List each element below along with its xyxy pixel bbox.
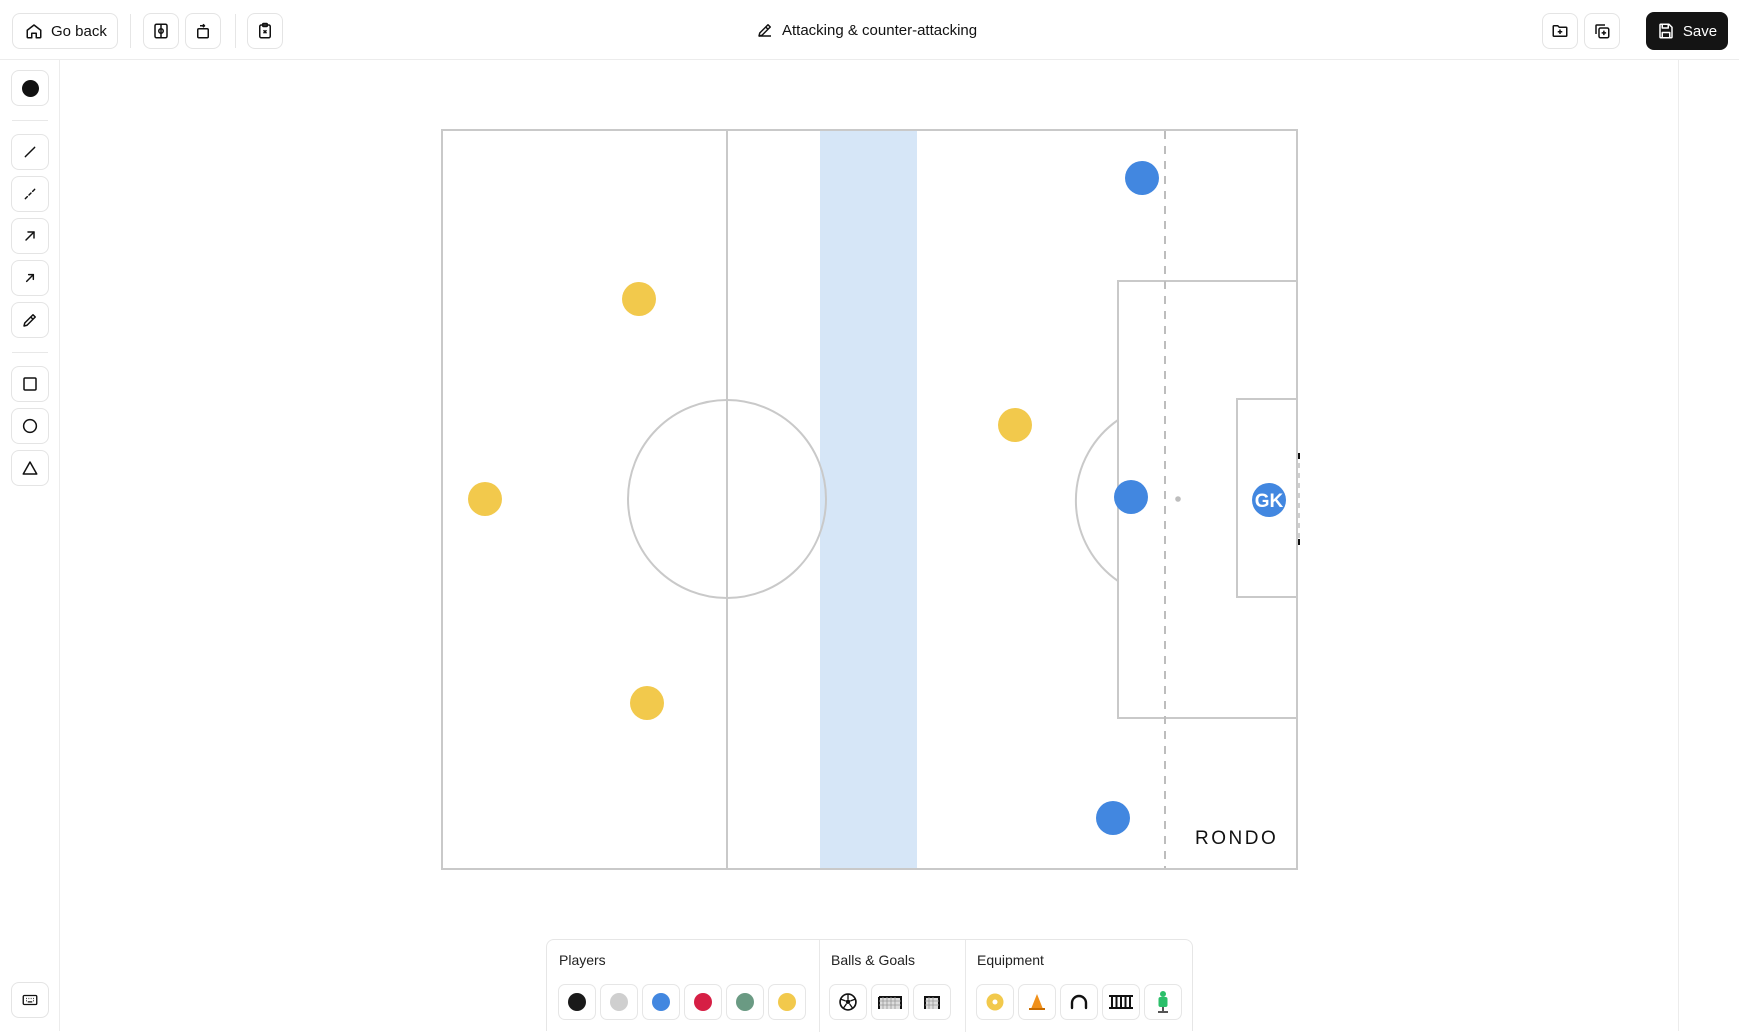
player-red-button[interactable] xyxy=(684,984,722,1020)
balls-goals-section: Balls & Goals xyxy=(819,940,965,1032)
player-grey-button[interactable] xyxy=(600,984,638,1020)
player-yellow[interactable] xyxy=(630,686,664,720)
circle-icon xyxy=(22,418,38,434)
circle-tool[interactable] xyxy=(11,408,49,444)
disc-cone-icon xyxy=(986,993,1004,1011)
pencil-icon xyxy=(23,314,36,327)
full-goal-button[interactable] xyxy=(871,984,909,1020)
players-section: Players xyxy=(547,940,819,1032)
duplicate-button[interactable] xyxy=(1584,13,1620,49)
ball-button[interactable] xyxy=(829,984,867,1020)
curved-arrow-tool[interactable] xyxy=(11,260,49,296)
right-panel xyxy=(1678,60,1739,1031)
player-blue[interactable] xyxy=(1096,801,1130,835)
toolbar-divider xyxy=(130,14,131,48)
player-green-icon xyxy=(736,993,754,1011)
field-settings-button[interactable] xyxy=(143,13,179,49)
player-yellow-button[interactable] xyxy=(768,984,806,1020)
marker-disc-button[interactable] xyxy=(976,984,1014,1020)
goalkeeper-label: GK xyxy=(1255,491,1284,512)
save-label: Save xyxy=(1682,22,1718,40)
mannequin-icon xyxy=(1158,991,1168,1013)
home-icon xyxy=(26,24,42,39)
dashed-line-icon xyxy=(24,188,36,200)
field-icon xyxy=(154,23,168,39)
dashed-line-tool[interactable] xyxy=(11,176,49,212)
save-button[interactable]: Save xyxy=(1646,12,1728,50)
mini-goal-button[interactable] xyxy=(913,984,951,1020)
rectangle-tool[interactable] xyxy=(11,366,49,402)
top-toolbar: Go back Attacking & counter-attacking Sa… xyxy=(0,0,1739,60)
equipment-section-label: Equipment xyxy=(977,952,1044,968)
rondo-logo-text: RONDO xyxy=(1195,828,1278,849)
goal-net[interactable] xyxy=(1298,453,1345,545)
drill-title-text: Attacking & counter-attacking xyxy=(782,21,978,39)
rondo-logo: RONDO xyxy=(1195,828,1278,849)
rotate-icon xyxy=(197,23,209,39)
player-grey-icon xyxy=(610,993,628,1011)
player-yellow[interactable] xyxy=(998,408,1032,442)
player-yellow[interactable] xyxy=(468,482,502,516)
folder-plus-icon xyxy=(1552,25,1568,37)
go-back-label: Go back xyxy=(51,22,107,40)
goal-icon xyxy=(878,996,902,1009)
player-black-button[interactable] xyxy=(558,984,596,1020)
mini-goal-icon xyxy=(924,996,940,1009)
player-green-button[interactable] xyxy=(726,984,764,1020)
football-icon xyxy=(839,993,857,1011)
floppy-disk-icon xyxy=(1659,23,1673,39)
tool-sidebar xyxy=(0,60,60,1031)
equipment-section: Equipment xyxy=(965,940,1194,1032)
agility-ladder-button[interactable] xyxy=(1102,984,1140,1020)
player-blue[interactable] xyxy=(1114,480,1148,514)
highlight-zone[interactable] xyxy=(820,131,917,868)
player-black-icon xyxy=(568,993,586,1011)
keyboard-icon xyxy=(22,994,38,1006)
arch-icon xyxy=(1070,994,1088,1010)
square-icon xyxy=(23,377,37,391)
element-palette: Players Balls & Goals Equipment xyxy=(546,939,1194,1032)
cone-icon xyxy=(1029,994,1045,1010)
tool-divider xyxy=(12,352,48,353)
toolbar-divider xyxy=(235,14,236,48)
line-icon xyxy=(24,146,36,158)
balls-goals-section-label: Balls & Goals xyxy=(831,952,916,968)
player-yellow-icon xyxy=(778,993,796,1011)
arrow-tool[interactable] xyxy=(11,218,49,254)
freehand-tool[interactable] xyxy=(11,302,49,338)
players-section-label: Players xyxy=(559,952,606,968)
color-swatch-icon xyxy=(21,79,39,97)
player-blue-icon xyxy=(652,993,670,1011)
drill-title[interactable]: Attacking & counter-attacking xyxy=(756,18,977,42)
arrow-icon xyxy=(25,231,35,241)
player-blue-button[interactable] xyxy=(642,984,680,1020)
color-picker-tool[interactable] xyxy=(11,70,49,106)
ladder-icon xyxy=(1109,995,1133,1009)
player-blue[interactable] xyxy=(1125,161,1159,195)
triangle-tool[interactable] xyxy=(11,450,49,486)
copy-plus-icon xyxy=(1595,24,1610,39)
line-tool[interactable] xyxy=(11,134,49,170)
triangle-icon xyxy=(22,461,38,475)
cone-button[interactable] xyxy=(1018,984,1056,1020)
tool-divider xyxy=(12,120,48,121)
pencil-icon xyxy=(758,24,771,37)
rotate-field-button[interactable] xyxy=(185,13,221,49)
player-yellow[interactable] xyxy=(622,282,656,316)
clipboard-x-icon xyxy=(259,22,271,39)
keyboard-shortcuts-button[interactable] xyxy=(11,982,49,1018)
pitch-canvas[interactable]: GK RONDO xyxy=(440,128,1345,871)
curved-arrow-icon xyxy=(25,273,35,283)
add-to-folder-button[interactable] xyxy=(1542,13,1578,49)
hurdle-arch-button[interactable] xyxy=(1060,984,1098,1020)
player-red-icon xyxy=(694,993,712,1011)
clear-board-button[interactable] xyxy=(247,13,283,49)
go-back-button[interactable]: Go back xyxy=(12,13,118,49)
goalkeeper-player[interactable]: GK xyxy=(1252,483,1286,517)
mannequin-button[interactable] xyxy=(1144,984,1182,1020)
penalty-spot xyxy=(1175,496,1181,502)
